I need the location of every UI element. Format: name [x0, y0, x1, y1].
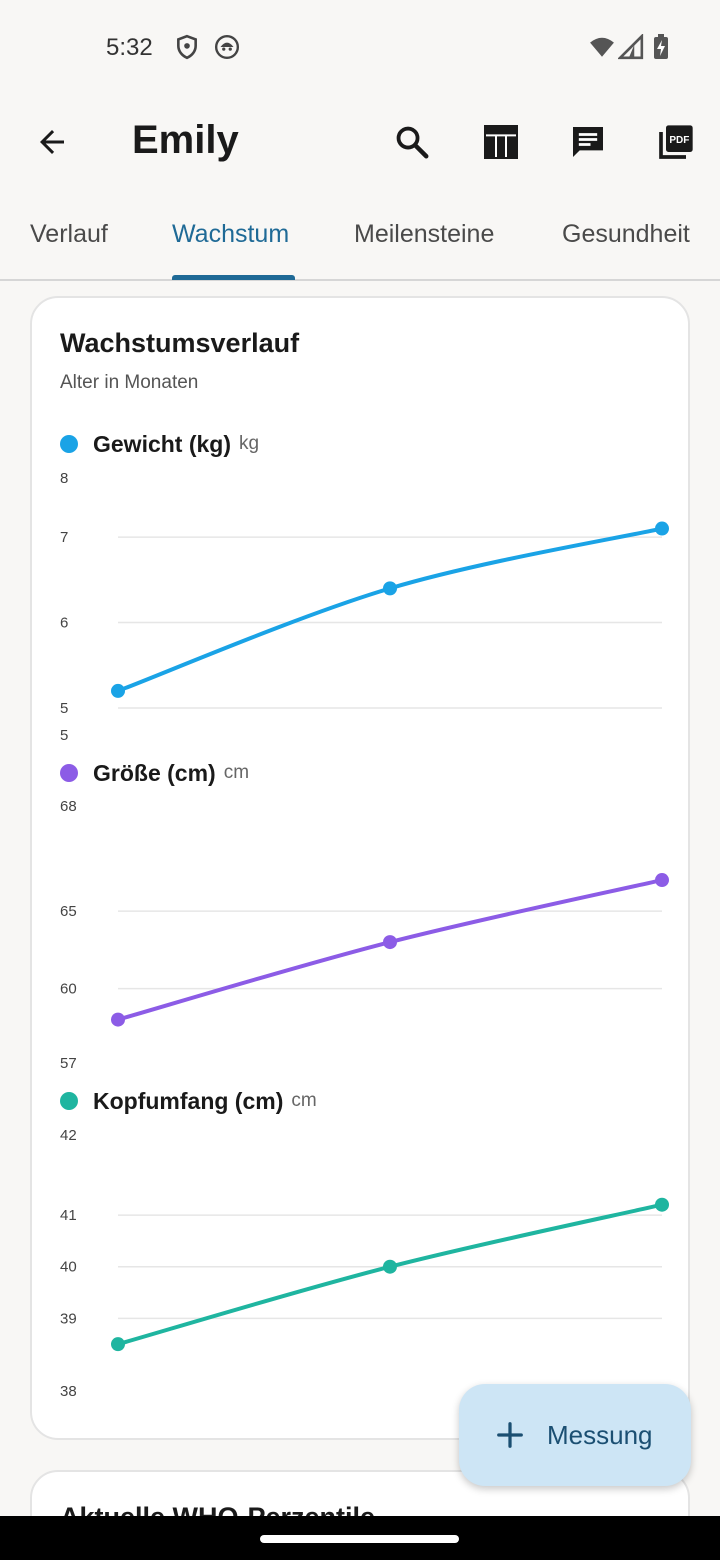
series-line: [116, 526, 664, 693]
search-icon: [396, 126, 429, 159]
status-bar: 5:32: [0, 0, 720, 96]
android-face-icon: [214, 34, 240, 60]
arrow-back-icon: [40, 130, 64, 154]
tab-gesundheit[interactable]: Gesundheit: [562, 220, 690, 249]
svg-text:PDF: PDF: [669, 135, 689, 146]
y-axis-min-label: 5: [60, 727, 68, 744]
data-point: [655, 873, 669, 888]
plus-icon: [497, 1422, 523, 1448]
battery-charging-icon: [654, 34, 668, 59]
y-axis-top-label: 42: [60, 1127, 77, 1144]
y-tick-label: 7: [60, 529, 68, 546]
tab-wachstum[interactable]: Wachstum: [172, 220, 289, 249]
y-tick-label: 65: [60, 903, 77, 920]
signal-icon: [618, 34, 644, 60]
pdf-icon: PDF: [659, 125, 693, 159]
y-axis-min-label: 38: [60, 1383, 77, 1400]
message-button[interactable]: [562, 116, 614, 168]
tab-bar: Verlauf Wachstum Meilensteine Gesundheit: [0, 200, 720, 281]
page-title: Emily: [132, 118, 239, 162]
y-tick-label: 39: [60, 1310, 77, 1327]
data-point: [111, 683, 125, 698]
shield-icon: [177, 34, 197, 60]
app-screen: 5:32 Emily PDF Verlauf Wachstum Meilenst…: [0, 0, 720, 1560]
y-tick-label: 40: [60, 1259, 77, 1276]
fab-label: Messung: [547, 1419, 653, 1450]
pdf-button[interactable]: PDF: [650, 116, 702, 168]
y-tick-label: 5: [60, 700, 68, 717]
data-point: [111, 1012, 125, 1027]
home-gesture-handle[interactable]: [260, 1535, 459, 1543]
y-tick-label: 6: [60, 615, 68, 632]
app-bar: Emily PDF: [0, 96, 720, 188]
y-axis-top-label: 8: [60, 470, 68, 487]
series-line: [116, 878, 664, 1022]
data-point: [111, 1337, 125, 1352]
table-icon: [484, 125, 518, 159]
message-icon: [573, 127, 603, 157]
data-point: [383, 935, 397, 950]
system-nav-bar: [0, 1516, 720, 1560]
table-button[interactable]: [475, 116, 527, 168]
y-tick-label: 41: [60, 1207, 77, 1224]
wifi-icon: [590, 37, 614, 57]
data-point: [655, 1197, 669, 1212]
y-axis-top-label: 68: [60, 798, 77, 815]
data-point: [383, 581, 397, 596]
growth-chart-card: Wachstumsverlauf Alter in Monaten Gewich…: [30, 296, 690, 1440]
series-line: [116, 1202, 664, 1347]
data-point: [655, 521, 669, 536]
add-measurement-button[interactable]: Messung: [459, 1384, 691, 1486]
tab-verlauf[interactable]: Verlauf: [30, 220, 108, 249]
back-button[interactable]: [26, 116, 78, 168]
growth-charts: 87655686560574241403938: [60, 470, 669, 1400]
search-button[interactable]: [386, 116, 438, 168]
active-tab-indicator: [172, 275, 295, 280]
status-time: 5:32: [106, 34, 153, 61]
y-axis-min-label: 57: [60, 1055, 77, 1072]
y-tick-label: 60: [60, 981, 77, 998]
tab-meilensteine[interactable]: Meilensteine: [354, 220, 494, 249]
data-point: [383, 1259, 397, 1274]
